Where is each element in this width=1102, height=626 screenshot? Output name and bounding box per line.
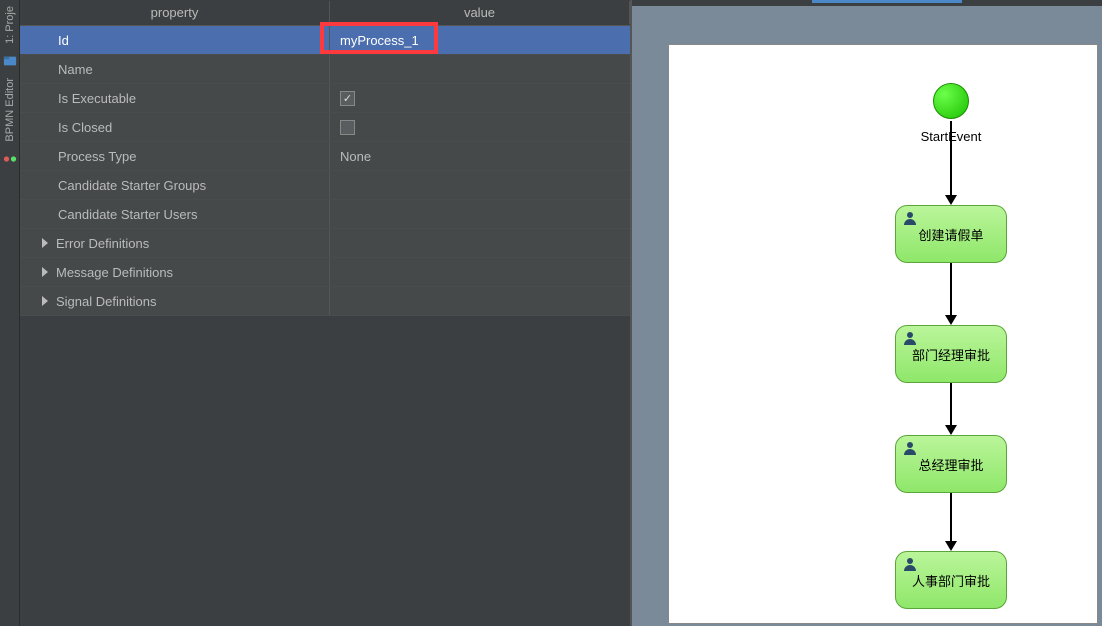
task-label: 创建请假单 — [918, 225, 983, 244]
chevron-right-icon — [42, 296, 48, 306]
id-value-text: myProcess_1 — [340, 33, 419, 48]
checkbox-is-closed[interactable] — [340, 120, 355, 135]
prop-row-message-definitions[interactable]: Message Definitions — [20, 258, 630, 287]
header-value: value — [330, 1, 630, 24]
prop-row-is-closed[interactable]: Is Closed — [20, 113, 630, 142]
tab-project[interactable]: 1: Proje — [2, 0, 18, 50]
diagram-canvas-wrap: StartEvent 创建请假单 — [630, 0, 1102, 626]
chevron-right-icon — [42, 267, 48, 277]
checkbox-is-executable[interactable]: ✓ — [340, 91, 355, 106]
prop-value — [330, 287, 630, 315]
task-create-leave[interactable]: 创建请假单 — [895, 205, 1007, 263]
prop-name: Is Closed — [20, 113, 330, 141]
prop-name: Error Definitions — [20, 229, 330, 257]
prop-row-signal-definitions[interactable]: Signal Definitions — [20, 287, 630, 316]
sequence-flow — [950, 121, 952, 197]
label: Signal Definitions — [56, 294, 156, 309]
prop-name: Is Executable — [20, 84, 330, 112]
task-label: 总经理审批 — [918, 455, 983, 474]
prop-value-id[interactable]: myProcess_1 — [330, 26, 630, 54]
prop-value-process-type[interactable]: None — [330, 142, 630, 170]
prop-name: Candidate Starter Groups — [20, 171, 330, 199]
prop-name: Name — [20, 55, 330, 83]
start-event[interactable] — [933, 83, 969, 119]
prop-name: Candidate Starter Users — [20, 200, 330, 228]
prop-name: Process Type — [20, 142, 330, 170]
tab-bpmn-editor[interactable]: BPMN Editor — [2, 72, 18, 148]
properties-panel: property value Id myProcess_1 Name Is Ex… — [20, 0, 630, 626]
label: Error Definitions — [56, 236, 149, 251]
arrow-head-icon — [945, 425, 957, 435]
user-icon — [902, 440, 918, 456]
prop-name: Id — [20, 26, 330, 54]
left-tool-tabs: 1: Proje BPMN Editor — [0, 0, 20, 626]
user-icon — [902, 210, 918, 226]
prop-row-error-definitions[interactable]: Error Definitions — [20, 229, 630, 258]
prop-row-name[interactable]: Name — [20, 55, 630, 84]
prop-row-process-type[interactable]: Process Type None — [20, 142, 630, 171]
sequence-flow — [950, 263, 952, 317]
prop-value — [330, 229, 630, 257]
sequence-flow — [950, 383, 952, 427]
task-label: 人事部门审批 — [912, 571, 990, 590]
prop-row-id[interactable]: Id myProcess_1 — [20, 26, 630, 55]
prop-value-is-closed[interactable] — [330, 113, 630, 141]
label: Message Definitions — [56, 265, 173, 280]
header-property: property — [20, 1, 330, 24]
prop-row-is-executable[interactable]: Is Executable ✓ — [20, 84, 630, 113]
task-dept-manager-approve[interactable]: 部门经理审批 — [895, 325, 1007, 383]
prop-row-candidate-users[interactable]: Candidate Starter Users — [20, 200, 630, 229]
active-tab-indicator — [812, 0, 962, 3]
sequence-flow — [950, 493, 952, 543]
prop-row-candidate-groups[interactable]: Candidate Starter Groups — [20, 171, 630, 200]
arrow-head-icon — [945, 541, 957, 551]
prop-value-candidate-users[interactable] — [330, 200, 630, 228]
prop-value-is-executable[interactable]: ✓ — [330, 84, 630, 112]
task-hr-approve[interactable]: 人事部门审批 — [895, 551, 1007, 609]
diagram-canvas[interactable]: StartEvent 创建请假单 — [668, 44, 1098, 624]
user-icon — [902, 556, 918, 572]
prop-name: Message Definitions — [20, 258, 330, 286]
prop-value — [330, 258, 630, 286]
start-event-circle[interactable] — [933, 83, 969, 119]
chevron-right-icon — [42, 238, 48, 248]
arrow-head-icon — [945, 315, 957, 325]
prop-value-name[interactable] — [330, 55, 630, 83]
properties-header: property value — [20, 0, 630, 26]
canvas-tabbar — [632, 0, 1102, 6]
arrow-head-icon — [945, 195, 957, 205]
prop-name: Signal Definitions — [20, 287, 330, 315]
task-general-manager-approve[interactable]: 总经理审批 — [895, 435, 1007, 493]
bpmn-icon — [3, 152, 17, 166]
task-label: 部门经理审批 — [912, 345, 990, 364]
user-icon — [902, 330, 918, 346]
prop-value-candidate-groups[interactable] — [330, 171, 630, 199]
project-icon — [3, 54, 17, 68]
